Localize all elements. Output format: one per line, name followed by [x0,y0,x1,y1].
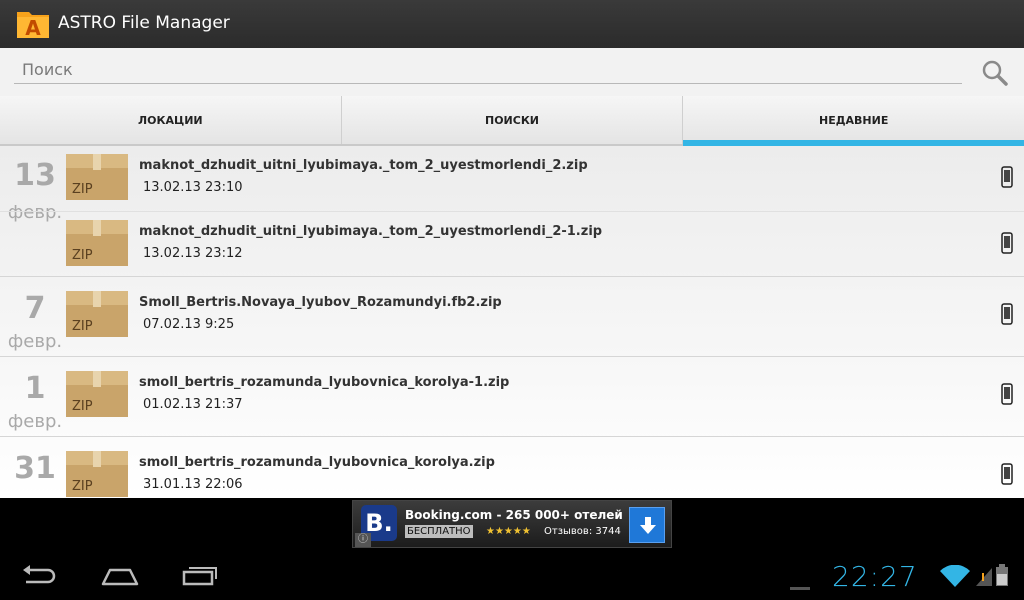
phone-storage-icon [1001,166,1013,188]
file-row[interactable]: ZIP Smoll_Bertris.Novaya_lyubov_Rozamund… [0,283,1024,347]
zip-label: ZIP [72,248,93,263]
wifi-icon [940,564,970,591]
file-date: 01.02.13 21:37 [143,397,243,412]
zip-label: ZIP [72,479,93,494]
tab-recent[interactable]: НЕДАВНИЕ [683,96,1024,146]
file-row[interactable]: ZIP smoll_bertris_rozamunda_lyubovnica_k… [0,363,1024,427]
search-icon[interactable] [980,58,1010,88]
zip-file-icon: ZIP [66,152,128,200]
ad-info-icon[interactable]: ⓘ [355,533,371,547]
zip-file-icon: ZIP [66,449,128,497]
recent-apps-icon[interactable] [180,562,220,588]
ad-free-badge: БЕСПЛАТНО [405,525,473,538]
tab-bar: ЛОКАЦИИ ПОИСКИ НЕДАВНИЕ [0,96,1024,146]
action-bar: A ASTRO File Manager [0,0,1024,48]
ad-title: Booking.com - 265 000+ отелей [405,508,623,522]
file-row[interactable]: ZIP maknot_dzhudit_uitni_lyubimaya._tom_… [0,211,1024,275]
phone-storage-icon [1001,303,1013,325]
file-name: smoll_bertris_rozamunda_lyubovnica_korol… [139,375,510,390]
file-date: 07.02.13 9:25 [143,317,235,332]
ad-rating-stars: ★★★★★ [486,526,531,537]
file-date: 31.01.13 22:06 [143,477,243,492]
file-name: maknot_dzhudit_uitni_lyubimaya._tom_2_uy… [139,224,603,239]
date-group: 31 ZIP smoll_bertris_rozamunda_lyubovnic… [0,437,1024,498]
phone-storage-icon [1001,383,1013,405]
ad-reviews: Отзывов: 3744 [544,526,621,537]
file-row[interactable]: ZIP maknot_dzhudit_uitni_lyubimaya._tom_… [0,146,1024,210]
date-group: 1 февр. ZIP smoll_bertris_rozamunda_lyub… [0,357,1024,437]
ad-banner[interactable]: B. ⓘ Booking.com - 265 000+ отелей БЕСПЛ… [352,500,672,548]
download-icon[interactable] [629,507,665,543]
zip-label: ZIP [72,319,93,334]
signal-off-icon [976,568,992,590]
file-name: smoll_bertris_rozamunda_lyubovnica_korol… [139,455,495,470]
home-icon[interactable] [100,562,140,588]
zip-file-icon: ZIP [66,369,128,417]
zip-label: ZIP [72,399,93,414]
logo-letter: A [25,16,41,40]
status-clock[interactable]: 22:27 [832,560,918,593]
zip-label: ZIP [72,182,93,197]
app-title: ASTRO File Manager [58,13,230,33]
tab-searches[interactable]: ПОИСКИ [342,96,684,144]
date-group: 13 февр. ZIP maknot_dzhudit_uitni_lyubim… [0,146,1024,277]
search-bar [0,48,1024,96]
back-icon[interactable] [20,562,60,588]
date-group: 7 февр. ZIP Smoll_Bertris.Novaya_lyubov_… [0,277,1024,357]
phone-storage-icon [1001,463,1013,485]
file-name: maknot_dzhudit_uitni_lyubimaya._tom_2_uy… [139,158,588,173]
zip-file-icon: ZIP [66,218,128,266]
notification-dash-icon[interactable] [790,576,810,595]
recent-files-list[interactable]: 13 февр. ZIP maknot_dzhudit_uitni_lyubim… [0,146,1024,498]
phone-storage-icon [1001,232,1013,254]
tab-locations[interactable]: ЛОКАЦИИ [0,96,342,144]
file-date: 13.02.13 23:10 [143,180,243,195]
file-name: Smoll_Bertris.Novaya_lyubov_Rozamundyi.f… [139,295,502,310]
astro-folder-icon[interactable]: A [15,6,51,40]
zip-file-icon: ZIP [66,289,128,337]
search-input[interactable] [14,56,962,84]
file-row[interactable]: ZIP smoll_bertris_rozamunda_lyubovnica_k… [0,443,1024,498]
battery-icon [996,564,1008,590]
file-date: 13.02.13 23:12 [143,246,243,261]
